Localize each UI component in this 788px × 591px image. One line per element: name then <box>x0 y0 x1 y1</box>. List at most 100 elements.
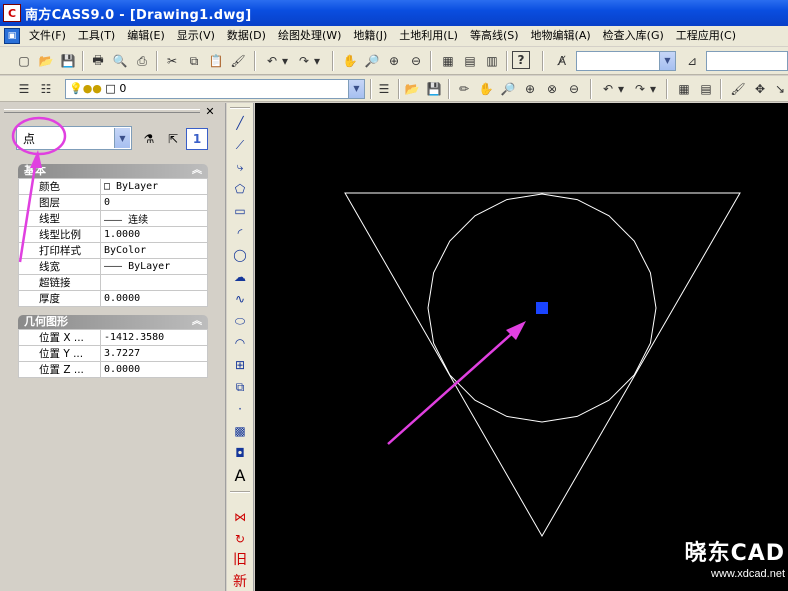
publish-icon[interactable]: ⎙ <box>132 51 152 71</box>
revision-cloud-icon[interactable]: ☁ <box>230 267 250 287</box>
menu-engineering[interactable]: 工程应用(C) <box>670 26 742 46</box>
toggle-pickadd-icon[interactable]: ⚗ <box>138 128 160 150</box>
section-geometry[interactable]: 几何图形 ︽ <box>18 315 208 329</box>
close-icon[interactable]: ✕ <box>204 106 216 118</box>
table-row[interactable]: 位置 X ... -1412.3580 <box>18 329 208 346</box>
construction-line-icon[interactable]: ⟋ <box>230 135 250 155</box>
zoom-out-icon[interactable]: ⊖ <box>564 79 584 99</box>
line-icon[interactable]: ╱ <box>230 113 250 133</box>
table-row[interactable]: 线型 ——— 连续 <box>18 210 208 227</box>
table-row[interactable]: 颜色 □ ByLayer <box>18 178 208 195</box>
open-drawing-icon[interactable]: 📂 <box>402 79 422 99</box>
undo-icon[interactable]: ↶ <box>262 51 282 71</box>
menu-tools[interactable]: 工具(T) <box>72 26 121 46</box>
dimension-style-select[interactable] <box>706 51 788 71</box>
menu-cadastre[interactable]: 地籍(J) <box>347 26 393 46</box>
brush-icon[interactable]: 🖌 <box>728 79 748 99</box>
cut-icon[interactable]: ✂ <box>162 51 182 71</box>
text-tool[interactable]: A <box>230 465 250 485</box>
table-row[interactable]: 位置 Z ... 0.0000 <box>18 361 208 378</box>
undo2-icon[interactable]: ↶ <box>598 79 618 99</box>
paste-icon[interactable]: 📋 <box>206 51 226 71</box>
redo2-icon[interactable]: ↷ <box>630 79 650 99</box>
redo2-dropdown-icon[interactable]: ▾ <box>648 79 658 99</box>
triangle-shape[interactable] <box>344 192 741 538</box>
collapse-icon[interactable]: ︽ <box>192 164 202 178</box>
region-icon[interactable]: ◘ <box>230 443 250 463</box>
calculator-icon[interactable]: ▤ <box>696 79 716 99</box>
redo-dropdown-icon[interactable]: ▾ <box>312 51 322 71</box>
menu-contours[interactable]: 等高线(S) <box>464 26 525 46</box>
menu-data[interactable]: 数据(D) <box>221 26 272 46</box>
linetype-icon[interactable]: ☰ <box>374 79 394 99</box>
menu-view[interactable]: 显示(V) <box>171 26 221 46</box>
menu-land-use[interactable]: 土地利用(L) <box>393 26 464 46</box>
print-preview-icon[interactable]: 🔍 <box>110 51 130 71</box>
cass-tool-icon[interactable]: ⋈ <box>230 507 250 527</box>
arrow-icon[interactable]: ↘ <box>770 79 788 99</box>
zoom-extents-icon[interactable]: ⊗ <box>542 79 562 99</box>
table-row[interactable]: 位置 Y ... 3.7227 <box>18 345 208 362</box>
undo2-dropdown-icon[interactable]: ▾ <box>616 79 626 99</box>
redo-icon[interactable]: ↷ <box>294 51 314 71</box>
drawing-canvas[interactable] <box>255 103 788 591</box>
table-row[interactable]: 线型比例 1.0000 <box>18 226 208 243</box>
table-row[interactable]: 超链接 <box>18 274 208 291</box>
insert-block-icon[interactable]: ⊞ <box>230 355 250 375</box>
zoom-icon[interactable]: 🔎 <box>498 79 518 99</box>
table-row[interactable]: 线宽 ——— ByLayer <box>18 258 208 275</box>
quick-select-icon[interactable]: 1 <box>186 128 208 150</box>
open-file-icon[interactable]: 📂 <box>36 51 56 71</box>
layer-previous-icon[interactable]: ☷ <box>36 79 56 99</box>
section-basic[interactable]: 基本 ︽ <box>18 164 208 178</box>
menu-drawing-process[interactable]: 绘图处理(W) <box>272 26 347 46</box>
polygon-icon[interactable]: ⬠ <box>230 179 250 199</box>
arc-icon[interactable]: ◜ <box>230 223 250 243</box>
new-tool[interactable]: 新 <box>230 571 250 591</box>
polyline-icon[interactable]: ⤷ <box>230 157 250 177</box>
design-center-icon[interactable]: ▤ <box>460 51 480 71</box>
menu-file[interactable]: 文件(F) <box>23 26 72 46</box>
text-style-icon[interactable]: A̸ <box>552 51 572 71</box>
pencil-icon[interactable]: ✏ <box>454 79 474 99</box>
help-icon[interactable]: ? <box>512 51 530 69</box>
menu-check-import[interactable]: 检查入库(G) <box>597 26 670 46</box>
menu-edit[interactable]: 编辑(E) <box>121 26 171 46</box>
zoom-previous-icon[interactable]: ⊖ <box>406 51 426 71</box>
dimension-style-icon[interactable]: ⊿ <box>682 51 702 71</box>
collapse-icon[interactable]: ︽ <box>192 315 202 329</box>
circle-icon[interactable]: ◯ <box>230 245 250 265</box>
menu-feature-edit[interactable]: 地物编辑(A) <box>525 26 597 46</box>
table-row[interactable]: 厚度 0.0000 <box>18 290 208 307</box>
hatch-icon[interactable]: ▩ <box>230 421 250 441</box>
panel-grip[interactable] <box>4 109 200 113</box>
properties2-icon[interactable]: ▦ <box>674 79 694 99</box>
spline-icon[interactable]: ∿ <box>230 289 250 309</box>
rectangle-icon[interactable]: ▭ <box>230 201 250 221</box>
table-row[interactable]: 图层 0 <box>18 194 208 211</box>
layer-manager-icon[interactable]: ☰ <box>14 79 34 99</box>
tool-palettes-icon[interactable]: ▥ <box>482 51 502 71</box>
make-block-icon[interactable]: ⧉ <box>230 377 250 397</box>
text-style-select[interactable]: ▼ <box>576 51 676 71</box>
save-icon[interactable]: 💾 <box>58 51 78 71</box>
old-tool[interactable]: 旧 <box>230 549 250 569</box>
match-properties-icon[interactable]: 🖌 <box>228 51 248 71</box>
layer-select[interactable]: 💡●● □ 0 ▼ <box>65 79 365 99</box>
document-icon[interactable]: ▣ <box>4 28 20 44</box>
save-drawing-icon[interactable]: 💾 <box>424 79 444 99</box>
move-icon[interactable]: ✥ <box>750 79 770 99</box>
pan-hand-icon[interactable]: ✋ <box>476 79 496 99</box>
zoom-realtime-icon[interactable]: 🔎 <box>362 51 382 71</box>
new-file-icon[interactable]: ▢ <box>14 51 34 71</box>
cass-edit-icon[interactable]: ↻ <box>230 529 250 549</box>
copy-icon[interactable]: ⧉ <box>184 51 204 71</box>
zoom-in-icon[interactable]: ⊕ <box>520 79 540 99</box>
table-row[interactable]: 打印样式 ByColor <box>18 242 208 259</box>
undo-dropdown-icon[interactable]: ▾ <box>280 51 290 71</box>
zoom-window-icon[interactable]: ⊕ <box>384 51 404 71</box>
point-icon[interactable]: · <box>230 399 250 419</box>
pan-icon[interactable]: ✋ <box>340 51 360 71</box>
object-type-select[interactable]: 点 ▼ <box>16 126 132 150</box>
print-icon[interactable]: 🖶 <box>88 51 108 71</box>
